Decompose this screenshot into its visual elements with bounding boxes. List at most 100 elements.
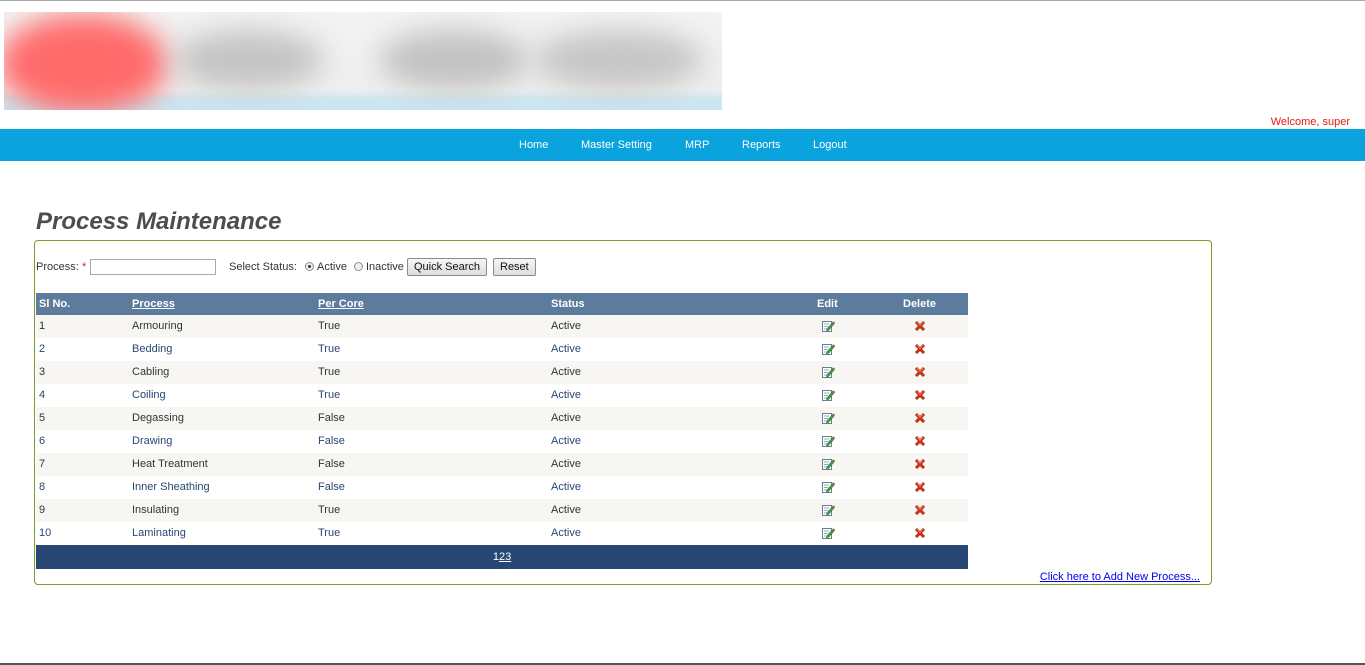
cell-process: Insulating xyxy=(132,504,180,516)
logo-blur xyxy=(174,30,324,90)
edit-icon[interactable] xyxy=(821,526,835,540)
process-panel: Process: * Select Status: Active Inactiv… xyxy=(34,240,1212,585)
edit-icon[interactable] xyxy=(821,457,835,471)
table-row: 3 Cabling True Active xyxy=(36,361,968,384)
logo-blur xyxy=(534,30,704,90)
cell-status: Active xyxy=(551,343,581,355)
table-header-row: Sl No. Process Per Core Status Edit Dele… xyxy=(36,293,968,315)
delete-icon[interactable] xyxy=(913,526,927,540)
delete-icon[interactable] xyxy=(913,342,927,356)
table-row: 7 Heat Treatment False Active xyxy=(36,453,968,476)
header-logo-banner xyxy=(4,12,722,110)
process-input[interactable] xyxy=(90,259,216,275)
cell-sl-no: 7 xyxy=(39,458,46,470)
cell-process: Armouring xyxy=(132,320,183,332)
pager-page-3[interactable]: 3 xyxy=(505,551,511,563)
col-header-status: Status xyxy=(551,298,585,310)
delete-icon[interactable] xyxy=(913,503,927,517)
cell-per-core: False xyxy=(318,458,345,470)
cell-process: Cabling xyxy=(132,366,170,378)
process-label: Process: xyxy=(36,261,79,273)
delete-icon[interactable] xyxy=(913,434,927,448)
cell-per-core: True xyxy=(318,527,341,539)
cell-per-core: True xyxy=(318,366,341,378)
welcome-message: Welcome, super xyxy=(1270,116,1350,128)
nav-home[interactable]: Home xyxy=(519,129,548,161)
table-row: 8 Inner Sheathing False Active xyxy=(36,476,968,499)
edit-icon[interactable] xyxy=(821,503,835,517)
status-inactive-label: Inactive xyxy=(366,261,404,273)
required-marker: * xyxy=(82,261,87,273)
col-header-sl-no: Sl No. xyxy=(39,298,71,310)
table-row: 1 Armouring True Active xyxy=(36,315,968,338)
reset-button[interactable]: Reset xyxy=(493,258,536,276)
cell-sl-no: 2 xyxy=(39,343,46,355)
cell-status: Active xyxy=(551,389,581,401)
logo-blur xyxy=(379,30,529,90)
col-header-process-sort[interactable]: Process xyxy=(132,293,175,315)
cell-per-core: False xyxy=(318,435,345,447)
cell-process: Degassing xyxy=(132,412,184,424)
cell-sl-no: 4 xyxy=(39,389,46,401)
cell-status: Active xyxy=(551,412,581,424)
edit-icon[interactable] xyxy=(821,411,835,425)
edit-icon[interactable] xyxy=(821,480,835,494)
delete-icon[interactable] xyxy=(913,480,927,494)
cell-status: Active xyxy=(551,366,581,378)
edit-icon[interactable] xyxy=(821,319,835,333)
cell-per-core: False xyxy=(318,481,345,493)
quick-search-button[interactable]: Quick Search xyxy=(407,258,488,276)
process-table: Sl No. Process Per Core Status Edit Dele… xyxy=(36,293,968,569)
edit-icon[interactable] xyxy=(821,365,835,379)
cell-sl-no: 3 xyxy=(39,366,46,378)
cell-status: Active xyxy=(551,435,581,447)
cell-sl-no: 1 xyxy=(39,320,46,332)
table-row: 10 Laminating True Active xyxy=(36,522,968,545)
table-row: 6 Drawing False Active xyxy=(36,430,968,453)
cell-status: Active xyxy=(551,481,581,493)
col-header-per-core-sort[interactable]: Per Core xyxy=(318,293,364,315)
delete-icon[interactable] xyxy=(913,457,927,471)
cell-sl-no: 5 xyxy=(39,412,46,424)
table-row: 4 Coiling True Active xyxy=(36,384,968,407)
cell-sl-no: 6 xyxy=(39,435,46,447)
col-header-edit: Edit xyxy=(817,298,838,310)
nav-reports[interactable]: Reports xyxy=(742,129,781,161)
status-active-radio[interactable] xyxy=(305,262,314,271)
cell-process: Laminating xyxy=(132,527,186,539)
cell-per-core: False xyxy=(318,412,345,424)
add-new-process-link[interactable]: Click here to Add New Process... xyxy=(1040,571,1200,583)
cell-process: Heat Treatment xyxy=(132,458,208,470)
cell-process: Drawing xyxy=(132,435,173,447)
cell-per-core: True xyxy=(318,389,341,401)
cell-status: Active xyxy=(551,527,581,539)
delete-icon[interactable] xyxy=(913,388,927,402)
col-header-delete: Delete xyxy=(903,298,937,310)
cell-status: Active xyxy=(551,458,581,470)
edit-icon[interactable] xyxy=(821,388,835,402)
nav-mrp[interactable]: MRP xyxy=(685,129,709,161)
cell-status: Active xyxy=(551,504,581,516)
cell-sl-no: 9 xyxy=(39,504,46,516)
cell-per-core: True xyxy=(318,504,341,516)
table-body: 1 Armouring True Active 2 Bedding True A… xyxy=(36,315,968,545)
cell-sl-no: 8 xyxy=(39,481,46,493)
cell-status: Active xyxy=(551,320,581,332)
table-row: 2 Bedding True Active xyxy=(36,338,968,361)
cell-process: Coiling xyxy=(132,389,166,401)
delete-icon[interactable] xyxy=(913,365,927,379)
delete-icon[interactable] xyxy=(913,319,927,333)
cell-sl-no: 10 xyxy=(39,527,52,539)
table-pager: 123 xyxy=(36,545,968,569)
edit-icon[interactable] xyxy=(821,342,835,356)
search-filter-row: Process: * Select Status: Active Inactiv… xyxy=(36,258,1136,276)
nav-logout[interactable]: Logout xyxy=(813,129,847,161)
edit-icon[interactable] xyxy=(821,434,835,448)
status-inactive-radio[interactable] xyxy=(354,262,363,271)
cell-process: Inner Sheathing xyxy=(132,481,210,493)
page-title: Process Maintenance xyxy=(36,208,282,235)
delete-icon[interactable] xyxy=(913,411,927,425)
main-nav: Home Master Setting MRP Reports Logout xyxy=(0,129,1365,161)
nav-master-setting[interactable]: Master Setting xyxy=(581,129,652,161)
table-row: 9 Insulating True Active xyxy=(36,499,968,522)
